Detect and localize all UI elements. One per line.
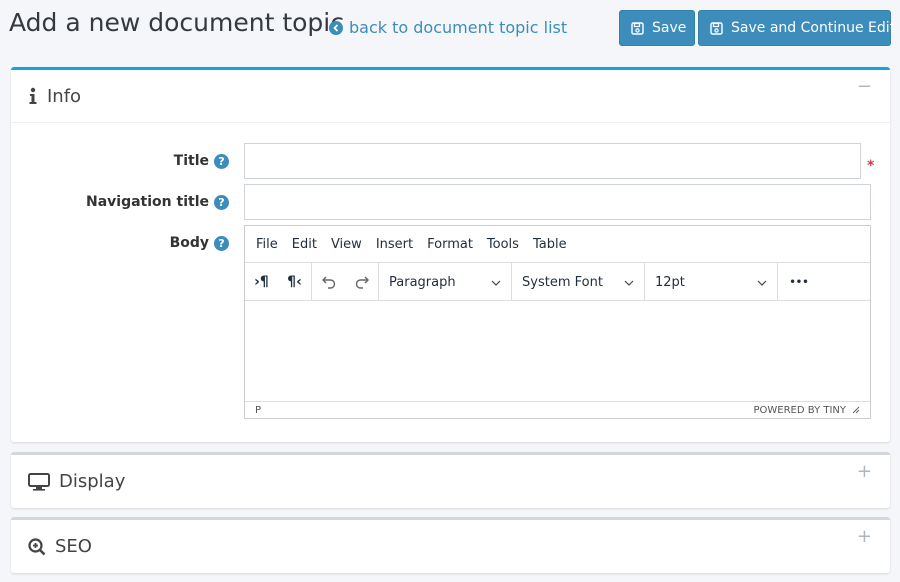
body-label: Body — [169, 235, 209, 251]
menu-tools[interactable]: Tools — [480, 237, 526, 252]
chevron-down-icon — [624, 275, 634, 290]
title-label: Title — [173, 153, 209, 169]
info-icon — [28, 87, 38, 105]
seo-card-header[interactable]: SEO — [11, 520, 890, 573]
expand-button[interactable]: + — [857, 526, 872, 547]
undo-icon[interactable] — [312, 263, 345, 301]
seo-card-title: SEO — [55, 536, 92, 557]
collapse-button[interactable]: − — [857, 76, 872, 97]
menu-format[interactable]: Format — [420, 237, 480, 252]
navigation-title-help-icon[interactable]: ? — [214, 195, 229, 210]
font-size-value: 12pt — [655, 274, 685, 290]
block-format-select[interactable]: Paragraph — [379, 263, 512, 301]
block-format-value: Paragraph — [389, 274, 456, 290]
rtl-icon[interactable]: ¶‹ — [278, 263, 311, 301]
navigation-title-label: Navigation title — [86, 194, 209, 210]
direction-group: ›¶ ¶‹ — [245, 263, 312, 300]
body-help-icon[interactable]: ? — [214, 236, 229, 251]
history-group — [312, 263, 379, 300]
seo-card: SEO + — [11, 517, 890, 573]
save-and-continue-label: Save and Continue Edit — [731, 20, 896, 36]
menu-insert[interactable]: Insert — [369, 237, 420, 252]
save-button[interactable]: Save — [619, 10, 695, 46]
font-family-value: System Font — [522, 274, 603, 290]
floppy-disk-icon — [710, 21, 723, 35]
title-input[interactable] — [244, 143, 861, 179]
monitor-icon — [28, 472, 50, 491]
element-path[interactable]: P — [255, 405, 261, 416]
font-family-select[interactable]: System Font — [512, 263, 645, 301]
editor-content-area[interactable] — [245, 302, 870, 402]
editor-menubar: File Edit View Insert Format Tools Table — [245, 226, 870, 263]
menu-file[interactable]: File — [249, 237, 285, 252]
display-card-title: Display — [59, 471, 126, 492]
resize-handle-icon[interactable] — [852, 406, 860, 414]
required-marker: * — [867, 158, 875, 174]
info-card-header[interactable]: Info — [11, 70, 890, 123]
floppy-disk-icon — [631, 21, 644, 35]
search-plus-icon — [28, 537, 46, 556]
font-size-select[interactable]: 12pt — [645, 263, 778, 301]
editor-toolbar: ›¶ ¶‹ Paragraph System Font 12pt ••• — [245, 263, 870, 301]
info-card: Info − Title ? * Navigation title ? Body… — [11, 67, 890, 442]
menu-edit[interactable]: Edit — [285, 237, 324, 252]
page-title: Add a new document topic — [9, 8, 344, 37]
more-options-icon[interactable]: ••• — [778, 263, 820, 301]
editor-statusbar: P POWERED BY TINY — [245, 401, 870, 418]
branding-link[interactable]: POWERED BY TINY — [754, 405, 847, 416]
display-card-header[interactable]: Display — [11, 455, 890, 508]
redo-icon[interactable] — [345, 263, 378, 301]
title-help-icon[interactable]: ? — [214, 154, 229, 169]
navigation-title-input[interactable] — [244, 184, 871, 220]
expand-button[interactable]: + — [857, 461, 872, 482]
menu-view[interactable]: View — [324, 237, 369, 252]
display-card: Display + — [11, 452, 890, 508]
back-link-label: back to document topic list — [349, 18, 568, 37]
ltr-icon[interactable]: ›¶ — [245, 263, 278, 301]
info-card-title: Info — [47, 85, 82, 107]
page-header: Add a new document topic back to documen… — [0, 0, 900, 58]
save-and-continue-button[interactable]: Save and Continue Edit — [698, 10, 895, 46]
rich-text-editor: File Edit View Insert Format Tools Table… — [244, 225, 871, 419]
arrow-circle-left-icon — [329, 20, 343, 35]
chevron-down-icon — [491, 275, 501, 290]
chevron-down-icon — [757, 275, 767, 290]
menu-table[interactable]: Table — [526, 237, 574, 252]
save-button-label: Save — [652, 20, 687, 36]
back-to-list-link[interactable]: back to document topic list — [329, 18, 567, 37]
statusbar-right: POWERED BY TINY — [754, 405, 861, 416]
